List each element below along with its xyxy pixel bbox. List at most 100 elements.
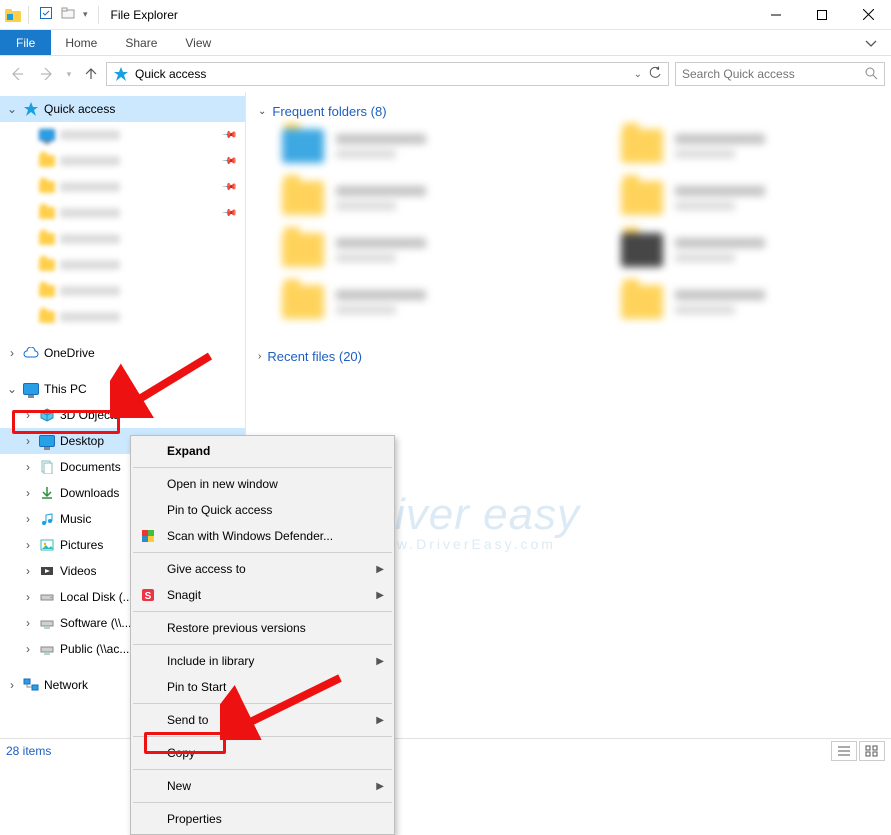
drive-icon [38,588,56,606]
tree-item-blurred[interactable]: 📌 [0,148,245,174]
tree-item-blurred[interactable]: 📌 [0,200,245,226]
cm-restore-versions[interactable]: Restore previous versions [131,615,394,641]
tree-item-blurred[interactable] [0,226,245,252]
submenu-arrow-icon: ▶ [376,781,384,792]
chevron-right-icon[interactable]: › [22,486,34,500]
search-icon[interactable] [864,66,878,83]
network-drive-icon [38,640,56,658]
cloud-icon [22,344,40,362]
view-details-button[interactable] [831,741,857,761]
cm-send-to[interactable]: Send to▶ [131,707,394,733]
pin-icon: 📌 [220,179,237,196]
tree-item-blurred[interactable] [0,278,245,304]
submenu-arrow-icon: ▶ [376,564,384,575]
chevron-right-icon[interactable]: › [22,564,34,578]
chevron-down-icon[interactable]: ⌄ [6,102,18,116]
ribbon-toggle-icon[interactable] [851,30,891,55]
cm-properties[interactable]: Properties [131,806,394,832]
shield-icon [139,527,157,545]
up-button[interactable] [76,60,106,88]
forward-button[interactable] [32,60,62,88]
chevron-right-icon[interactable]: › [6,346,18,360]
music-icon [38,510,56,528]
videos-icon [38,562,56,580]
ribbon-tabs: File Home Share View [0,30,891,56]
qat-properties-icon[interactable] [39,6,53,23]
star-icon [22,100,40,118]
chevron-right-icon[interactable]: › [22,538,34,552]
folder-item[interactable] [282,129,541,163]
recent-dropdown-icon[interactable]: ▾ [62,60,76,88]
tree-onedrive[interactable]: › OneDrive [0,340,245,366]
cm-give-access[interactable]: Give access to▶ [131,556,394,582]
explorer-icon [4,6,22,24]
folder-item[interactable] [621,285,880,319]
chevron-right-icon[interactable]: › [22,460,34,474]
cm-copy[interactable]: Copy [131,740,394,766]
folder-item[interactable] [621,181,880,215]
window-title: File Explorer [111,8,178,22]
folder-item[interactable] [621,129,880,163]
qat-dropdown-icon[interactable]: ▾ [83,9,88,20]
cm-scan-defender[interactable]: Scan with Windows Defender... [131,523,394,549]
tree-this-pc[interactable]: ⌄ This PC [0,376,245,402]
address-bar[interactable]: Quick access ⌄ [106,62,669,86]
maximize-button[interactable] [799,0,845,30]
search-box[interactable] [675,62,885,86]
chevron-right-icon[interactable]: › [22,408,34,422]
pin-icon: 📌 [220,127,237,144]
cm-pin-start[interactable]: Pin to Start [131,674,394,700]
view-tab[interactable]: View [171,30,225,55]
pin-icon: 📌 [220,153,237,170]
tree-item-blurred[interactable]: 📌 [0,174,245,200]
chevron-right-icon[interactable]: › [22,616,34,630]
tree-item-blurred[interactable] [0,252,245,278]
recent-files-header[interactable]: › Recent files (20) [258,345,879,374]
address-dropdown-icon[interactable]: ⌄ [634,69,642,80]
pictures-icon [38,536,56,554]
desktop-icon [38,432,56,450]
item-count: 28 items [6,744,51,758]
submenu-arrow-icon: ▶ [376,715,384,726]
network-drive-icon [38,614,56,632]
chevron-down-icon[interactable]: ⌄ [258,106,266,117]
cube-icon [38,406,56,424]
cm-include-library[interactable]: Include in library▶ [131,648,394,674]
folder-item[interactable] [282,181,541,215]
tree-item-blurred[interactable] [0,304,245,330]
frequent-folders-header[interactable]: ⌄ Frequent folders (8) [258,100,879,129]
titlebar: ▾ File Explorer [0,0,891,30]
cm-pin-quick-access[interactable]: Pin to Quick access [131,497,394,523]
view-icons-button[interactable] [859,741,885,761]
cm-open-new-window[interactable]: Open in new window [131,471,394,497]
snagit-icon: S [139,586,157,604]
tree-quick-access[interactable]: ⌄ Quick access [0,96,245,122]
chevron-right-icon[interactable]: › [22,434,34,448]
refresh-icon[interactable] [648,66,662,83]
share-tab[interactable]: Share [111,30,171,55]
tree-3d-objects[interactable]: ›3D Objects [0,402,245,428]
svg-text:S: S [145,591,152,602]
home-tab[interactable]: Home [51,30,111,55]
cm-new[interactable]: New▶ [131,773,394,799]
folder-item[interactable] [282,285,541,319]
cm-snagit[interactable]: SSnagit▶ [131,582,394,608]
cm-expand[interactable]: Expand [131,438,394,464]
folder-item[interactable] [621,233,880,267]
pin-icon: 📌 [220,205,237,222]
chevron-down-icon[interactable]: ⌄ [6,382,18,396]
search-input[interactable] [682,67,864,81]
chevron-right-icon[interactable]: › [22,590,34,604]
tree-item-blurred[interactable]: 📌 [0,122,245,148]
file-tab[interactable]: File [0,30,51,55]
chevron-right-icon[interactable]: › [22,512,34,526]
minimize-button[interactable] [753,0,799,30]
close-button[interactable] [845,0,891,30]
back-button[interactable] [2,60,32,88]
folder-item[interactable] [282,233,541,267]
chevron-right-icon[interactable]: › [258,351,261,362]
qat-new-folder-icon[interactable] [61,6,75,23]
chevron-right-icon[interactable]: › [6,678,18,692]
submenu-arrow-icon: ▶ [376,590,384,601]
chevron-right-icon[interactable]: › [22,642,34,656]
